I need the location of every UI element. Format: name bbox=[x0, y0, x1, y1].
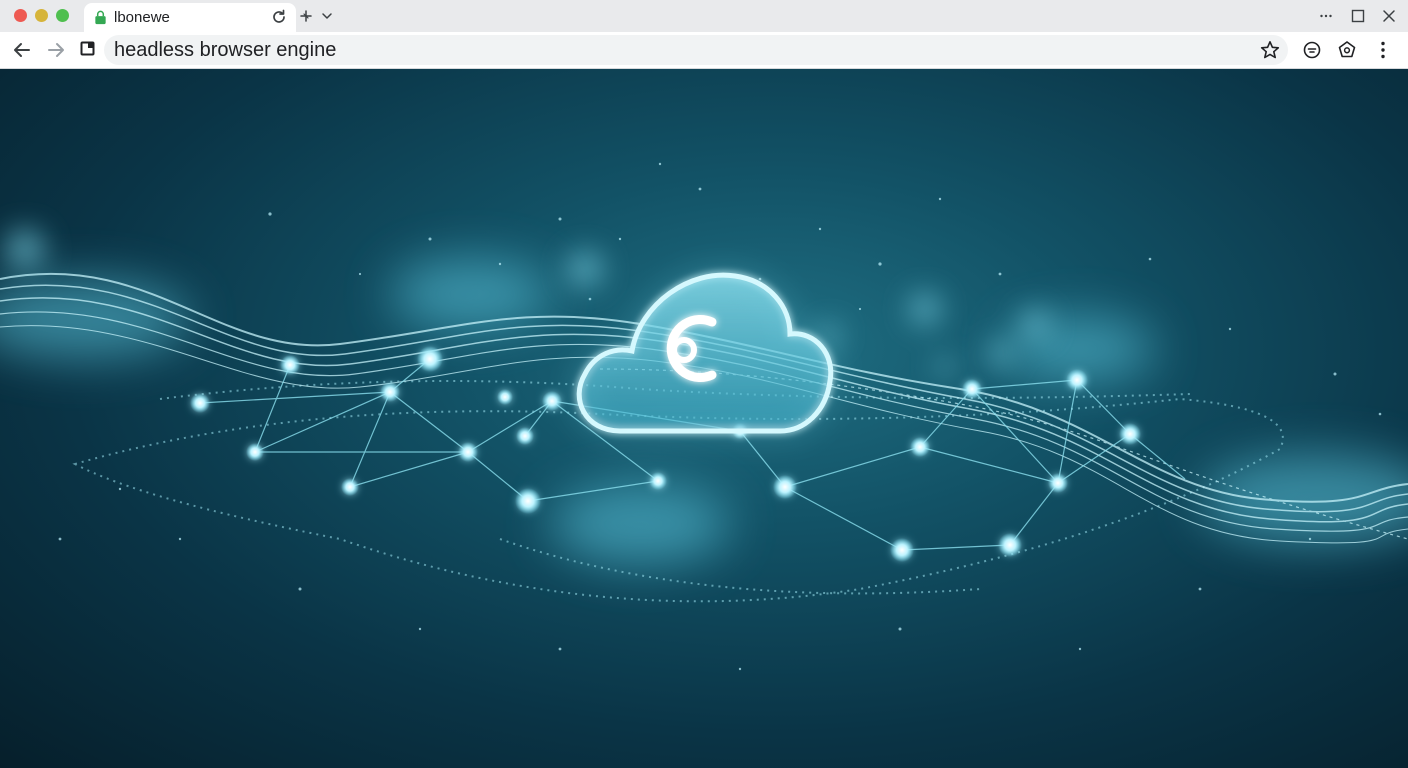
zoom-window-button[interactable] bbox=[56, 9, 69, 22]
close-window-button[interactable] bbox=[14, 9, 27, 22]
lock-icon bbox=[95, 10, 106, 25]
extension-icon[interactable] bbox=[1336, 39, 1358, 61]
tab-active[interactable]: lbonewe bbox=[84, 3, 296, 32]
chevron-down-icon[interactable] bbox=[319, 8, 335, 24]
page-info-icon[interactable] bbox=[78, 39, 98, 59]
cloud-icon bbox=[572, 268, 838, 438]
browser-window: lbonewe headless browser engine bbox=[0, 0, 1408, 768]
address-bar[interactable]: headless browser engine bbox=[104, 35, 1288, 65]
extension-icon[interactable] bbox=[1301, 39, 1323, 61]
more-vertical-icon[interactable] bbox=[1372, 39, 1394, 61]
cloud-network-illustration bbox=[0, 162, 1408, 671]
new-tab-icon[interactable] bbox=[298, 8, 314, 24]
tab-title: lbonewe bbox=[114, 9, 170, 26]
hero-image bbox=[0, 69, 1408, 768]
forward-arrow-icon[interactable] bbox=[45, 39, 67, 61]
tab-strip: lbonewe bbox=[0, 0, 1408, 32]
address-bar-text: headless browser engine bbox=[114, 39, 337, 61]
back-arrow-icon[interactable] bbox=[11, 39, 33, 61]
reload-icon[interactable] bbox=[270, 8, 288, 26]
maximize-icon[interactable] bbox=[1350, 8, 1366, 24]
more-horizontal-icon[interactable] bbox=[1318, 8, 1334, 24]
close-icon[interactable] bbox=[1381, 8, 1397, 24]
toolbar: headless browser engine bbox=[0, 32, 1408, 69]
minimize-window-button[interactable] bbox=[35, 9, 48, 22]
star-icon[interactable] bbox=[1259, 39, 1281, 61]
